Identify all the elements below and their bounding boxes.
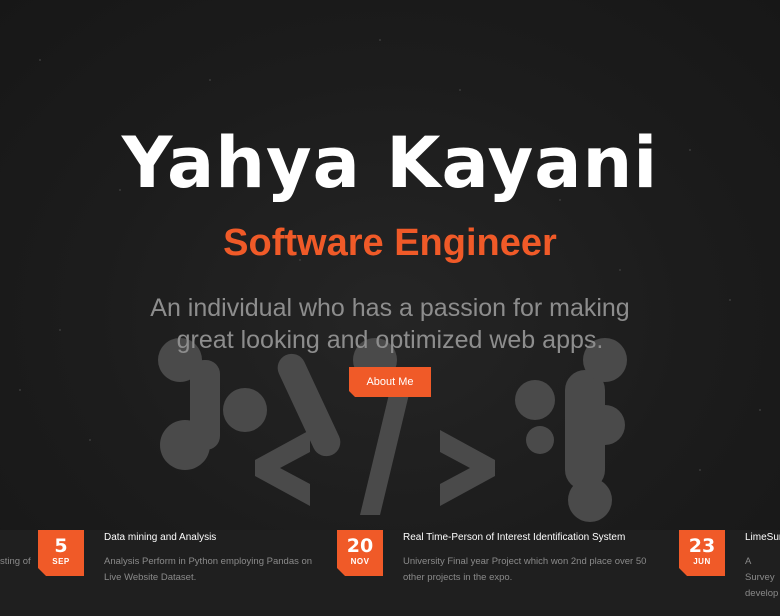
timeline-item-desc: Analysis Perform in Python employing Pan… xyxy=(104,556,313,583)
date-badge: 5 SEP xyxy=(38,530,84,576)
timeline-item-title: Data mining and Analysis xyxy=(104,532,217,543)
date-day: 20 xyxy=(346,535,374,557)
hero-tagline: An individual who has a passion for maki… xyxy=(150,294,630,354)
date-badge: 23 JUN xyxy=(679,530,725,576)
hero-section: Yahya Kayani Software Engineer An indivi… xyxy=(0,0,780,530)
date-month: NOV xyxy=(350,557,370,566)
date-month: JUN xyxy=(693,557,711,566)
hero-name: Yahya Kayani xyxy=(121,122,659,204)
about-me-button[interactable]: About Me xyxy=(349,367,431,397)
date-day: 23 xyxy=(688,535,716,557)
timeline-partial-desc: sting of xyxy=(0,556,31,567)
timeline-item-title: Real Time-Person of Interest Identificat… xyxy=(403,532,626,543)
timeline-strip: sting of 5 SEP Data mining and Analysis … xyxy=(0,530,780,616)
date-badge: 20 NOV xyxy=(337,530,383,576)
date-month: SEP xyxy=(52,557,70,566)
timeline-item-desc: University Final year Project which won … xyxy=(403,556,647,583)
timeline-item-title: LimeSur xyxy=(745,532,780,543)
date-day: 5 xyxy=(54,535,68,557)
hero-role: Software Engineer xyxy=(223,222,557,264)
code-logo-art xyxy=(158,338,627,522)
timeline-item-desc: A Survey develop xyxy=(745,556,779,599)
